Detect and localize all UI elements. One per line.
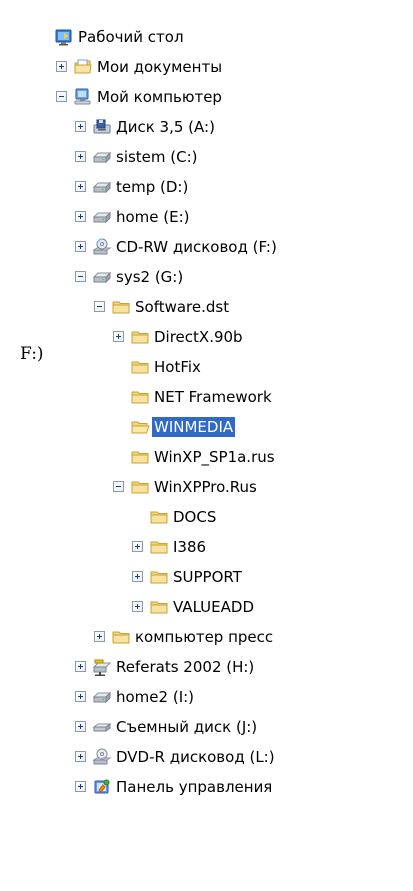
expand-toggle-icon[interactable] — [132, 601, 143, 612]
my-computer-icon — [73, 87, 93, 107]
control-panel-icon — [92, 777, 112, 797]
tree-item-label[interactable]: компьютер пресс — [133, 627, 275, 647]
tree-item-label[interactable]: Съемный диск (J:) — [114, 717, 259, 737]
folder-icon — [111, 297, 131, 317]
tree-item-10[interactable]: DirectX.90b — [0, 322, 413, 352]
tree-item-label[interactable]: home (E:) — [114, 207, 192, 227]
tree-item-3[interactable]: Диск 3,5 (A:) — [0, 112, 413, 142]
my-documents-icon — [73, 57, 93, 77]
expand-toggle-icon[interactable] — [75, 721, 86, 732]
network-drive-icon — [92, 657, 112, 677]
tree-item-label[interactable]: sys2 (G:) — [114, 267, 185, 287]
collapse-toggle-icon[interactable] — [113, 481, 124, 492]
collapse-toggle-icon[interactable] — [75, 271, 86, 282]
expand-toggle-icon[interactable] — [75, 781, 86, 792]
tree-item-15[interactable]: WinXPPro.Rus — [0, 472, 413, 502]
tree-item-9[interactable]: Software.dst — [0, 292, 413, 322]
hard-drive-icon — [92, 177, 112, 197]
expand-toggle-icon[interactable] — [75, 751, 86, 762]
tree-item-12[interactable]: NET Framework — [0, 382, 413, 412]
tree-item-label[interactable]: DVD-R дисковод (L:) — [114, 747, 277, 767]
tree-item-5[interactable]: temp (D:) — [0, 172, 413, 202]
hard-drive-icon — [92, 207, 112, 227]
tree-item-label[interactable]: Диск 3,5 (A:) — [114, 117, 217, 137]
dvd-drive-icon — [92, 747, 112, 767]
tree-item-label[interactable]: HotFix — [152, 357, 203, 377]
folder-icon — [149, 537, 169, 557]
folder-icon — [130, 477, 150, 497]
tree-item-6[interactable]: home (E:) — [0, 202, 413, 232]
tree-item-label[interactable]: temp (D:) — [114, 177, 190, 197]
expand-toggle-icon[interactable] — [75, 661, 86, 672]
tree-item-label[interactable]: WinXPPro.Rus — [152, 477, 259, 497]
tree-item-11[interactable]: HotFix — [0, 352, 413, 382]
tree-item-label[interactable]: SUPPORT — [171, 567, 244, 587]
tree-item-14[interactable]: WinXP_SP1a.rus — [0, 442, 413, 472]
expand-toggle-icon[interactable] — [75, 151, 86, 162]
tree-item-16[interactable]: DOCS — [0, 502, 413, 532]
tree-item-22[interactable]: home2 (I:) — [0, 682, 413, 712]
collapse-toggle-icon[interactable] — [94, 301, 105, 312]
tree-item-label[interactable]: Мои документы — [95, 57, 224, 77]
tree-item-25[interactable]: Панель управления — [0, 772, 413, 802]
tree-item-label[interactable]: WINMEDIA — [152, 417, 236, 437]
tree-item-20[interactable]: компьютер пресс — [0, 622, 413, 652]
removable-disk-icon — [92, 717, 112, 737]
tree-item-label[interactable]: Referats 2002 (H:) — [114, 657, 256, 677]
desktop-icon — [54, 27, 74, 47]
tree-item-label[interactable]: sistem (C:) — [114, 147, 200, 167]
tree-item-7[interactable]: CD-RW дисковод (F:) — [0, 232, 413, 262]
expand-toggle-icon[interactable] — [75, 211, 86, 222]
folder-icon — [130, 447, 150, 467]
folder-icon — [149, 567, 169, 587]
floppy-drive-icon — [92, 117, 112, 137]
expand-toggle-icon[interactable] — [56, 61, 67, 72]
expand-toggle-icon[interactable] — [75, 691, 86, 702]
tree-item-21[interactable]: Referats 2002 (H:) — [0, 652, 413, 682]
hard-drive-icon — [92, 147, 112, 167]
expand-toggle-icon[interactable] — [94, 631, 105, 642]
hard-drive-icon — [92, 267, 112, 287]
expand-toggle-icon[interactable] — [113, 331, 124, 342]
tree-item-label[interactable]: Рабочий стол — [76, 27, 186, 47]
tree-item-label[interactable]: CD-RW дисковод (F:) — [114, 237, 279, 257]
expand-toggle-icon[interactable] — [132, 541, 143, 552]
folder-open-icon — [130, 417, 150, 437]
folder-tree: Рабочий стол Мои документы Мой компьютер Ди… — [0, 0, 413, 891]
folder-icon — [149, 597, 169, 617]
tree-item-19[interactable]: VALUEADD — [0, 592, 413, 622]
tree-item-label[interactable]: Software.dst — [133, 297, 231, 317]
tree-item-label[interactable]: VALUEADD — [171, 597, 256, 617]
collapse-toggle-icon[interactable] — [56, 91, 67, 102]
folder-icon — [149, 507, 169, 527]
expand-toggle-icon[interactable] — [132, 571, 143, 582]
expand-toggle-icon[interactable] — [75, 241, 86, 252]
expand-toggle-icon[interactable] — [75, 181, 86, 192]
tree-item-label[interactable]: DirectX.90b — [152, 327, 245, 347]
folder-icon — [111, 627, 131, 647]
tree-item-1[interactable]: Мои документы — [0, 52, 413, 82]
tree-item-label[interactable]: WinXP_SP1a.rus — [152, 447, 277, 467]
tree-item-24[interactable]: DVD-R дисковод (L:) — [0, 742, 413, 772]
tree-item-8[interactable]: sys2 (G:) — [0, 262, 413, 292]
tree-item-label[interactable]: NET Framework — [152, 387, 274, 407]
tree-item-13[interactable]: WINMEDIA — [0, 412, 413, 442]
folder-icon — [130, 327, 150, 347]
tree-item-23[interactable]: Съемный диск (J:) — [0, 712, 413, 742]
tree-item-label[interactable]: home2 (I:) — [114, 687, 196, 707]
tree-item-2[interactable]: Мой компьютер — [0, 82, 413, 112]
tree-item-label[interactable]: Панель управления — [114, 777, 274, 797]
tree-item-label[interactable]: DOCS — [171, 507, 218, 527]
tree-item-17[interactable]: I386 — [0, 532, 413, 562]
folder-icon — [130, 357, 150, 377]
tree-item-0[interactable]: Рабочий стол — [0, 22, 413, 52]
tree-item-18[interactable]: SUPPORT — [0, 562, 413, 592]
folder-icon — [130, 387, 150, 407]
tree-item-label[interactable]: I386 — [171, 537, 208, 557]
hard-drive-icon — [92, 687, 112, 707]
tree-item-4[interactable]: sistem (C:) — [0, 142, 413, 172]
tree-item-label[interactable]: Мой компьютер — [95, 87, 224, 107]
expand-toggle-icon[interactable] — [75, 121, 86, 132]
cd-drive-icon — [92, 237, 112, 257]
